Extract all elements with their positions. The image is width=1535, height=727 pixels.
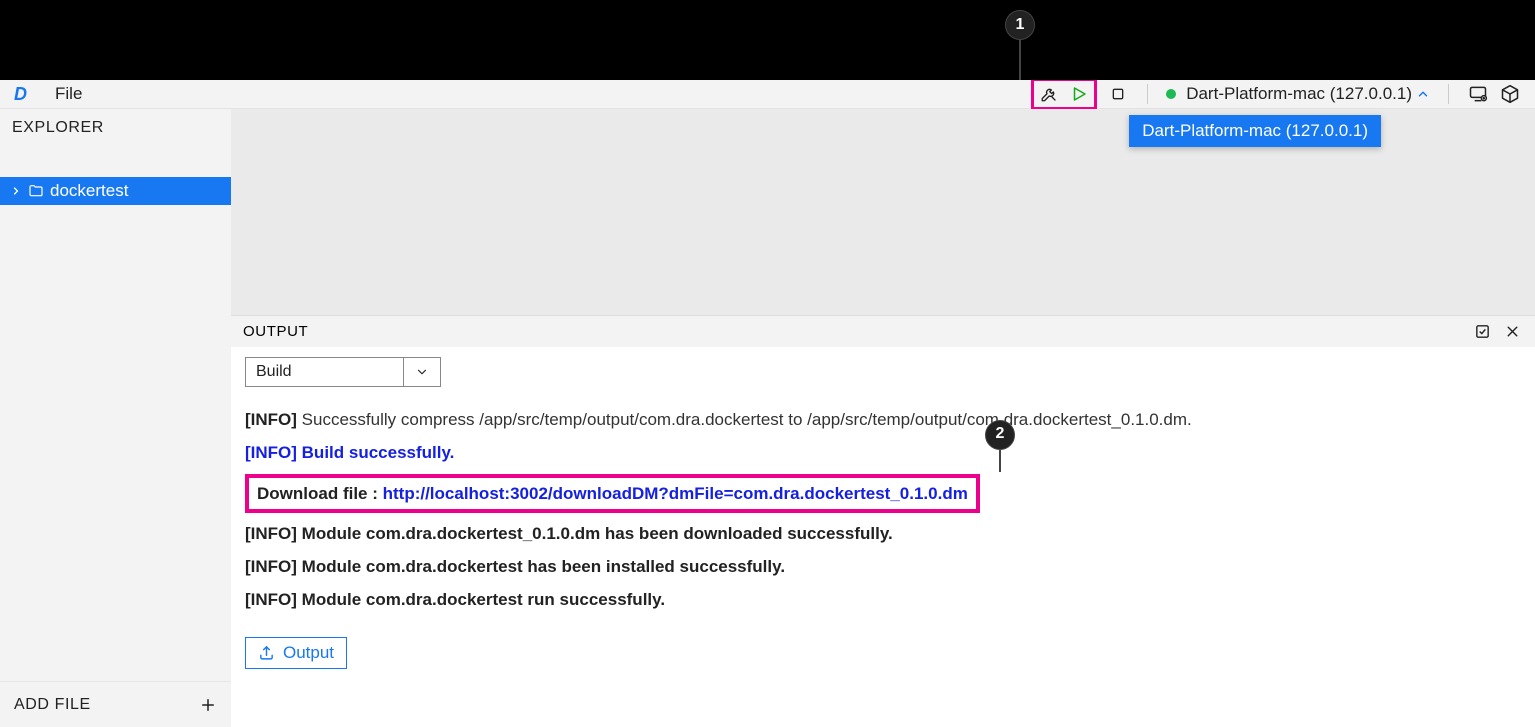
log-line: [INFO] Module com.dra.dockertest run suc… (245, 588, 1521, 612)
folder-icon (28, 183, 44, 199)
output-panel: OUTPUT Build (231, 315, 1535, 727)
file-tree: dockertest (0, 177, 231, 205)
log-line: [INFO] Successfully compress /app/src/te… (245, 408, 1521, 432)
output-footer: Output (231, 629, 1535, 679)
sidebar: EXPLORER dockertest ADD FILE (0, 109, 231, 727)
app-logo: D (8, 84, 33, 105)
run-tools-highlight (1031, 78, 1097, 110)
divider (1448, 84, 1449, 104)
download-highlight: Download file : http://localhost:3002/do… (245, 474, 980, 514)
download-prefix: Download file : (257, 484, 383, 503)
log-text: Successfully compress /app/src/temp/outp… (297, 410, 1192, 429)
annotation-badge-2: 2 (985, 420, 1015, 450)
output-panel-title: OUTPUT (243, 323, 308, 340)
tree-item-label: dockertest (50, 181, 128, 201)
status-dot-icon (1166, 89, 1176, 99)
cube-icon[interactable] (1499, 83, 1521, 105)
main-area: Dart-Platform-mac (127.0.0.1) OUTPUT Bui… (231, 109, 1535, 727)
log-line-download: Download file : http://localhost:3002/do… (245, 474, 1521, 514)
output-panel-header: OUTPUT (231, 315, 1535, 347)
menubar: D File (0, 80, 1535, 109)
export-icon (258, 644, 275, 661)
output-button[interactable]: Output (245, 637, 347, 669)
stop-icon[interactable] (1107, 83, 1129, 105)
chevron-down-icon (403, 357, 441, 387)
add-file-bar[interactable]: ADD FILE (0, 681, 231, 727)
tree-item-dockertest[interactable]: dockertest (0, 177, 231, 205)
tools-icon[interactable] (1038, 83, 1060, 105)
file-menu[interactable]: File (49, 82, 88, 106)
checkbox-icon[interactable] (1471, 321, 1493, 343)
platform-label: Dart-Platform-mac (127.0.0.1) (1186, 84, 1412, 104)
chevron-up-icon (1416, 87, 1430, 101)
chevron-right-icon (10, 185, 22, 197)
explorer-header: EXPLORER (0, 109, 231, 147)
platform-dropdown-item[interactable]: Dart-Platform-mac (127.0.0.1) (1129, 115, 1381, 147)
annotation-badge-1: 1 (1005, 10, 1035, 40)
divider (1147, 84, 1148, 104)
output-channel-select[interactable]: Build (245, 357, 1535, 387)
plus-icon (199, 696, 217, 714)
output-button-label: Output (283, 643, 334, 663)
monitor-icon[interactable] (1467, 83, 1489, 105)
close-icon[interactable] (1501, 321, 1523, 343)
app-window: D File (0, 80, 1535, 727)
log-info-tag: [INFO] (245, 410, 297, 429)
platform-selector[interactable]: Dart-Platform-mac (127.0.0.1) (1166, 84, 1430, 104)
add-file-label: ADD FILE (14, 696, 91, 714)
download-link[interactable]: http://localhost:3002/downloadDM?dmFile=… (383, 484, 968, 503)
log-line: [INFO] Module com.dra.dockertest has bee… (245, 555, 1521, 579)
log-line-success: [INFO] Build successfully. (245, 441, 1521, 465)
annotation-top-bar: 1 (0, 0, 1535, 80)
log-line: [INFO] Module com.dra.dockertest_0.1.0.d… (245, 522, 1521, 546)
play-icon[interactable] (1068, 83, 1090, 105)
toolbar-right: Dart-Platform-mac (127.0.0.1) (1031, 78, 1527, 110)
output-channel-value: Build (245, 357, 403, 387)
log-area: [INFO] Successfully compress /app/src/te… (231, 395, 1535, 629)
